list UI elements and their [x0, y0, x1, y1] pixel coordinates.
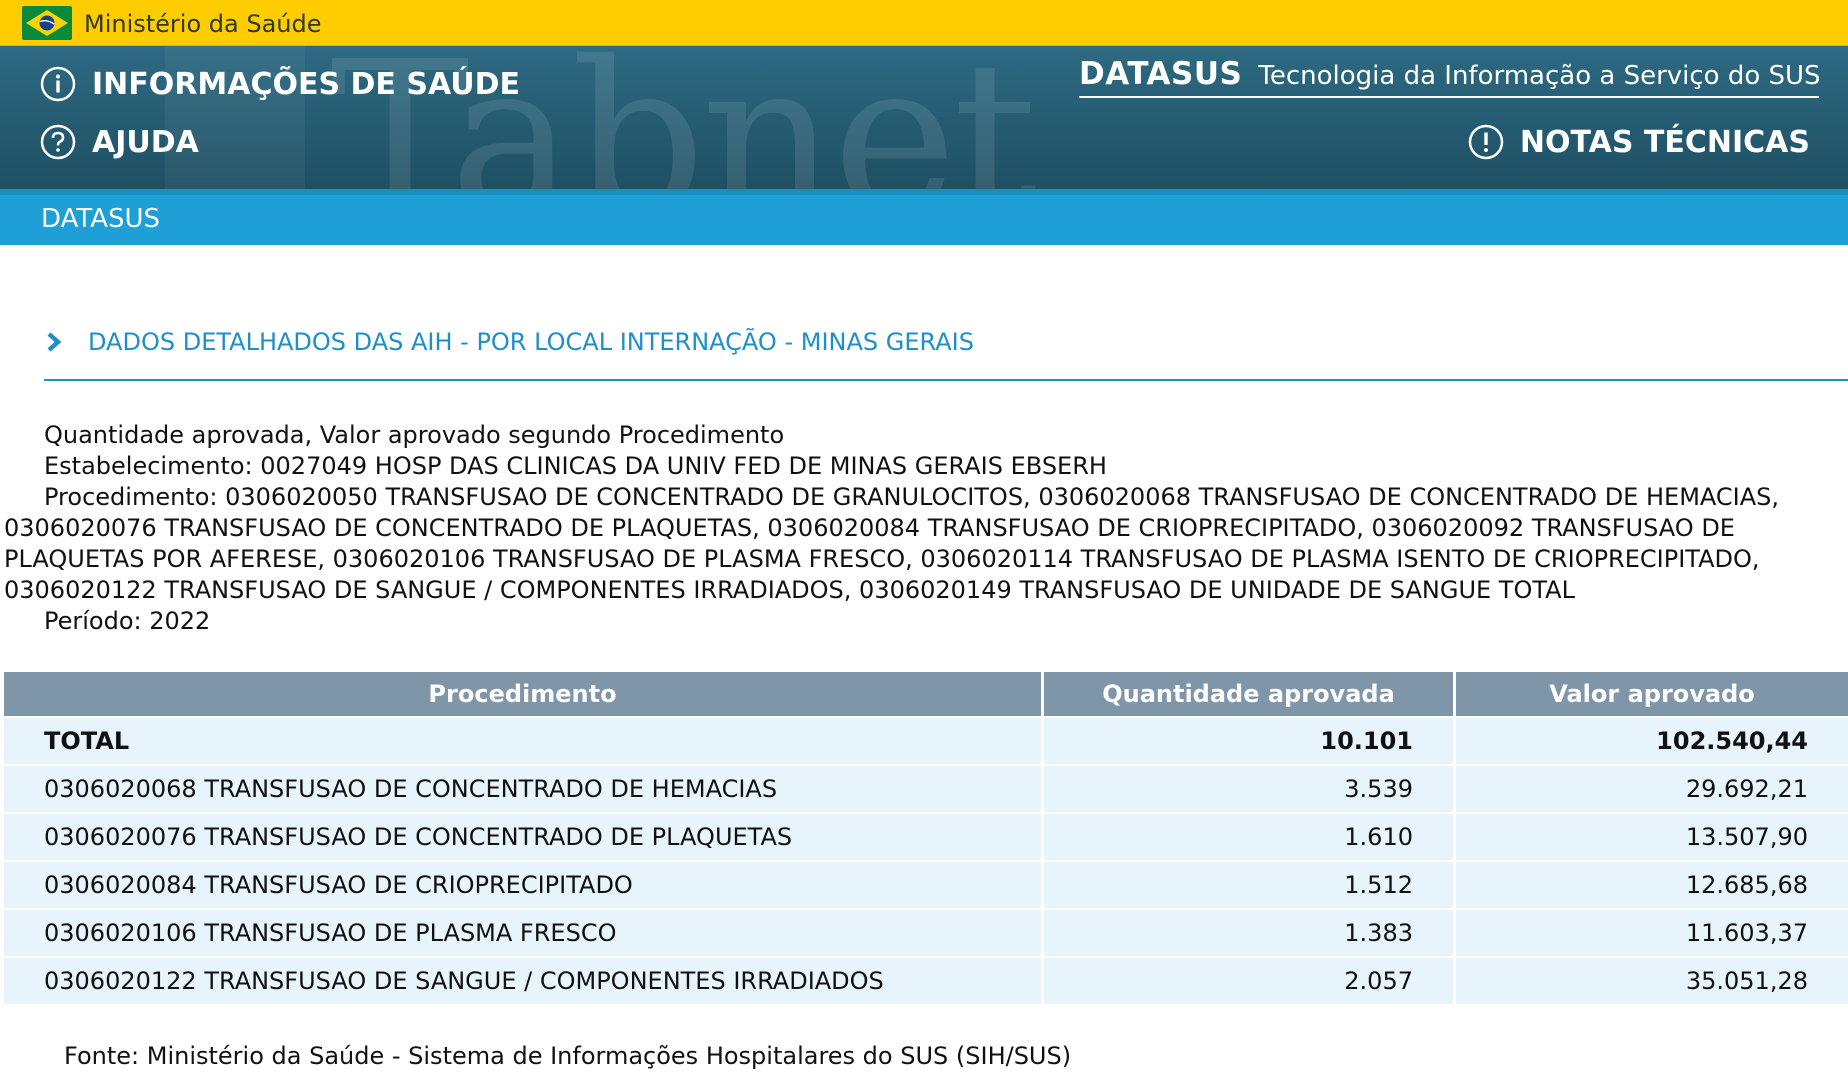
brazil-flag-icon[interactable] [22, 6, 72, 40]
brand-tagline: Tecnologia da Informação a Serviço do SU… [1258, 61, 1821, 91]
cell-procedimento: 0306020084 TRANSFUSAO DE CRIOPRECIPITADO [4, 862, 1044, 910]
datasus-bar-label[interactable]: DATASUS [41, 204, 160, 234]
estabelecimento-line: Estabelecimento: 0027049 HOSP DAS CLINIC… [4, 451, 1804, 482]
notas-label: NOTAS TÉCNICAS [1519, 124, 1810, 160]
table-header-row: Procedimento Quantidade aprovada Valor a… [4, 672, 1848, 718]
ajuda-link[interactable]: AJUDA [40, 124, 199, 160]
notas-tecnicas-link[interactable]: NOTAS TÉCNICAS [1468, 124, 1810, 160]
table-row: 0306020076 TRANSFUSAO DE CONCENTRADO DE … [4, 814, 1848, 862]
chevron-right-icon [47, 332, 62, 352]
section-divider [44, 379, 1848, 381]
periodo-value: 2022 [149, 607, 211, 635]
results-table: Procedimento Quantidade aprovada Valor a… [4, 672, 1848, 1006]
section-title-text: DADOS DETALHADOS DAS AIH - POR LOCAL INT… [88, 328, 974, 356]
query-description: Quantidade aprovada, Valor aprovado segu… [4, 420, 1804, 637]
ajuda-label: AJUDA [92, 124, 199, 160]
cell-quantidade: 1.610 [1044, 814, 1456, 862]
procedimento-label: Procedimento: [44, 483, 218, 511]
cell-procedimento: 0306020106 TRANSFUSAO DE PLASMA FRESCO [4, 910, 1044, 958]
tabnet-header: Tabnet INFORMAÇÕES DE SAÚDE AJUDA DATASU… [0, 46, 1848, 189]
datasus-bar: DATASUS [0, 189, 1848, 245]
header-valor: Valor aprovado [1456, 672, 1848, 718]
datasus-brand[interactable]: DATASUS Tecnologia da Informação a Serviç… [1079, 56, 1821, 98]
cell-valor: 11.603,37 [1456, 910, 1848, 958]
estabelecimento-label: Estabelecimento: [44, 452, 253, 480]
help-icon [40, 124, 76, 160]
cell-quantidade: 10.101 [1044, 718, 1456, 766]
table-row: 0306020068 TRANSFUSAO DE CONCENTRADO DE … [4, 766, 1848, 814]
table-row-total: TOTAL 10.101 102.540,44 [4, 718, 1848, 766]
cell-valor: 13.507,90 [1456, 814, 1848, 862]
procedimento-value: 0306020050 TRANSFUSAO DE CONCENTRADO DE … [4, 483, 1780, 604]
periodo-label: Período: [44, 607, 142, 635]
estabelecimento-value: 0027049 HOSP DAS CLINICAS DA UNIV FED DE… [260, 452, 1107, 480]
table-row: 0306020084 TRANSFUSAO DE CRIOPRECIPITADO… [4, 862, 1848, 910]
cell-procedimento: 0306020122 TRANSFUSAO DE SANGUE / COMPON… [4, 958, 1044, 1006]
cell-quantidade: 3.539 [1044, 766, 1456, 814]
source-note: Fonte: Ministério da Saúde - Sistema de … [64, 1042, 1072, 1070]
cell-valor: 29.692,21 [1456, 766, 1848, 814]
periodo-line: Período: 2022 [4, 606, 1804, 637]
cell-valor: 12.685,68 [1456, 862, 1848, 910]
header-procedimento: Procedimento [4, 672, 1044, 718]
procedimento-line: Procedimento: 0306020050 TRANSFUSAO DE C… [4, 482, 1804, 606]
section-title: DADOS DETALHADOS DAS AIH - POR LOCAL INT… [44, 328, 974, 356]
cell-quantidade: 2.057 [1044, 958, 1456, 1006]
brand-name: DATASUS [1079, 56, 1243, 92]
cell-valor: 35.051,28 [1456, 958, 1848, 1006]
table-row: 0306020106 TRANSFUSAO DE PLASMA FRESCO 1… [4, 910, 1848, 958]
info-icon [40, 66, 76, 102]
informacoes-de-saude-link[interactable]: INFORMAÇÕES DE SAÚDE [40, 66, 520, 102]
cell-procedimento: 0306020068 TRANSFUSAO DE CONCENTRADO DE … [4, 766, 1044, 814]
cell-procedimento: 0306020076 TRANSFUSAO DE CONCENTRADO DE … [4, 814, 1044, 862]
table-row: 0306020122 TRANSFUSAO DE SANGUE / COMPON… [4, 958, 1848, 1006]
description-heading: Quantidade aprovada, Valor aprovado segu… [44, 421, 785, 449]
alert-icon [1468, 124, 1504, 160]
informacoes-label: INFORMAÇÕES DE SAÚDE [92, 66, 520, 102]
gov-title[interactable]: Ministério da Saúde [84, 10, 322, 38]
cell-procedimento: TOTAL [4, 718, 1044, 766]
cell-quantidade: 1.512 [1044, 862, 1456, 910]
cell-quantidade: 1.383 [1044, 910, 1456, 958]
cell-valor: 102.540,44 [1456, 718, 1848, 766]
gov-bar: Ministério da Saúde [0, 0, 1848, 46]
header-quantidade: Quantidade aprovada [1044, 672, 1456, 718]
